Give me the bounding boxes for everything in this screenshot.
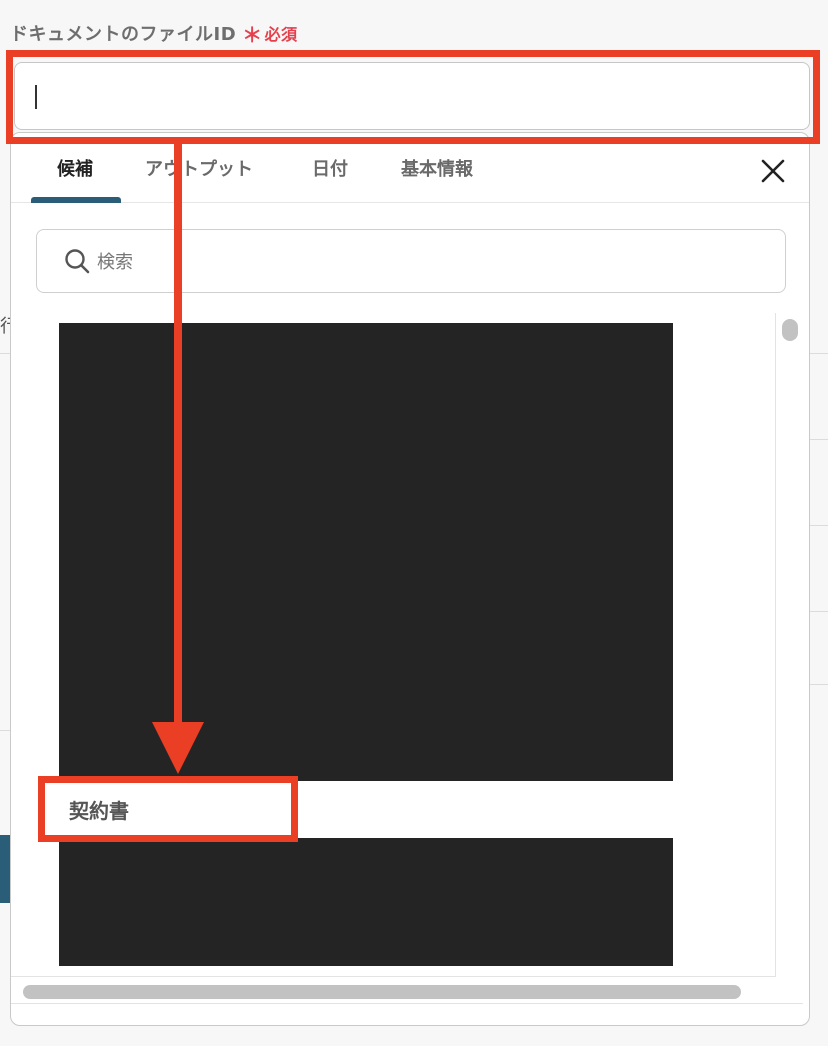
- tab-output[interactable]: アウトプット: [145, 155, 253, 183]
- file-id-input-caret-layer: [14, 62, 810, 130]
- active-tab-indicator: [31, 197, 121, 203]
- text-caret: [35, 85, 37, 109]
- suggestion-list: 契約書: [11, 313, 776, 977]
- annotation-arrow-shaft: [174, 138, 182, 728]
- required-text: 必須: [264, 25, 298, 44]
- scroll-track-divider: [11, 1003, 803, 1004]
- redacted-item[interactable]: [59, 323, 673, 781]
- field-label: ドキュメントのファイルID ＊ 必須: [10, 20, 298, 47]
- search-box: [36, 229, 786, 293]
- horizontal-scrollbar[interactable]: [23, 985, 741, 999]
- required-asterisk: ＊: [242, 22, 263, 47]
- vertical-scrollbar[interactable]: [782, 319, 798, 341]
- background-button-edge: [0, 835, 10, 903]
- list-item-contract[interactable]: 契約書: [59, 781, 673, 838]
- redacted-item[interactable]: [59, 838, 673, 966]
- tab-bar: 候補 アウトプット 日付 基本情報: [11, 133, 809, 203]
- tab-candidates[interactable]: 候補: [57, 155, 93, 183]
- annotation-arrow-head-icon: [152, 722, 204, 774]
- field-label-text: ドキュメントのファイルID: [10, 24, 237, 45]
- tab-basic-info[interactable]: 基本情報: [401, 155, 473, 183]
- close-icon: [761, 159, 785, 183]
- search-icon: [65, 249, 90, 274]
- search-input[interactable]: [97, 244, 757, 280]
- suggestion-panel: 候補 アウトプット 日付 基本情報 契約書: [10, 132, 810, 1026]
- tab-date[interactable]: 日付: [312, 155, 348, 183]
- close-button[interactable]: [759, 157, 787, 185]
